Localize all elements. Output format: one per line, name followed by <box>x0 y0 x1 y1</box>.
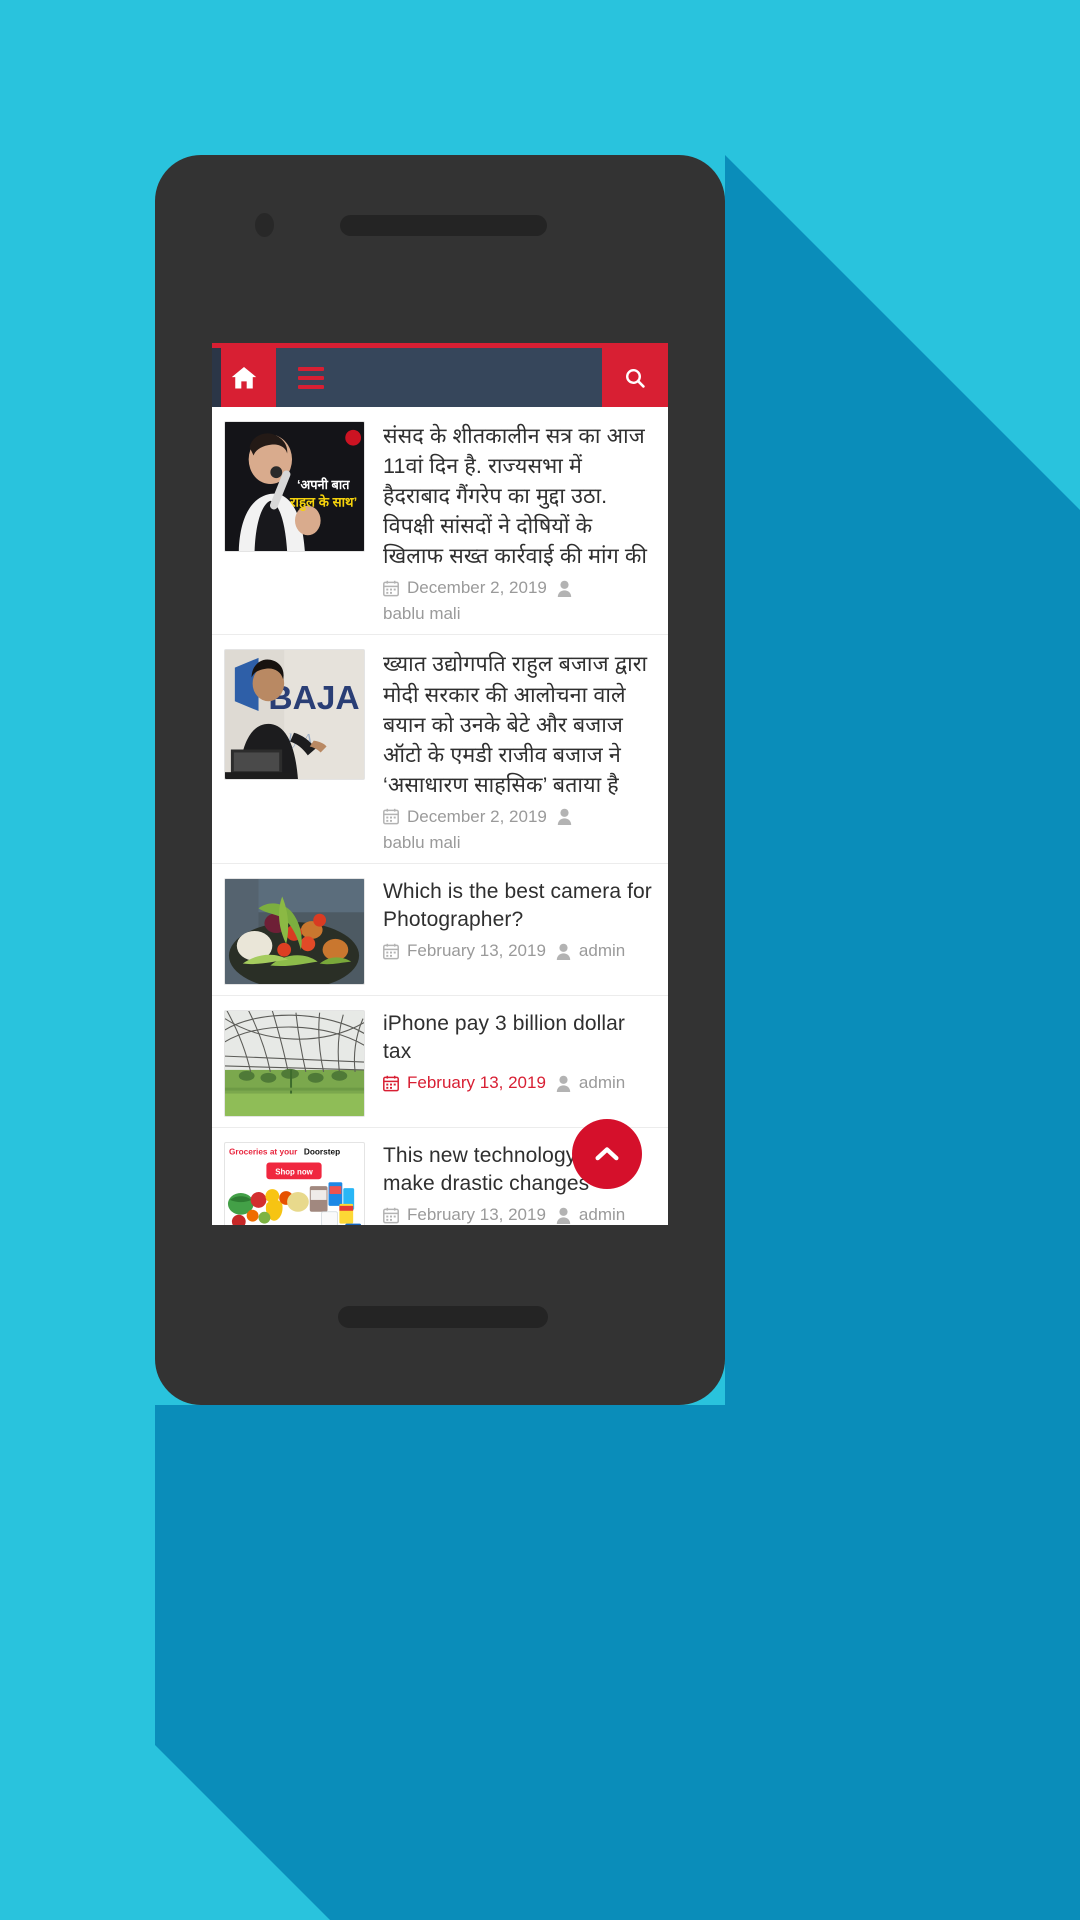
post-list-item[interactable]: ‘अपनी बात राहुल के साथ’ संसद के शीतकालीन… <box>212 407 668 636</box>
phone-screen: ‘अपनी बात राहुल के साथ’ संसद के शीतकालीन… <box>212 343 668 1225</box>
menu-button[interactable] <box>276 348 602 407</box>
post-date-text: February 13, 2019 <box>407 1073 546 1093</box>
home-indicator-bar <box>338 1306 548 1328</box>
calendar-icon <box>383 580 399 597</box>
post-list-item[interactable]: Which is the best camera for Photographe… <box>212 863 668 996</box>
rahul-gandhi-thumbnail[interactable]: ‘अपनी बात राहुल के साथ’ <box>224 421 365 552</box>
greenhouse-thumbnail[interactable] <box>224 1009 365 1117</box>
post-meta: December 2, 2019 bablu mali <box>383 807 652 853</box>
post-body: iPhone pay 3 billion dollar tax February… <box>365 1010 652 1117</box>
post-date: February 13, 2019 <box>383 1073 546 1093</box>
post-author <box>557 580 572 597</box>
svg-text:‘अपनी बात: ‘अपनी बात <box>297 477 350 492</box>
post-date-text: December 2, 2019 <box>407 806 547 826</box>
post-title[interactable]: ख्यात उद्योगपति राहुल बजाज द्वारा मोदी स… <box>383 649 652 799</box>
rajiv-bajaj-thumbnail[interactable]: BAJA ctly A <box>224 649 365 781</box>
post-title[interactable]: Which is the best camera for Photographe… <box>383 878 652 934</box>
post-list-item[interactable]: iPhone pay 3 billion dollar tax February… <box>212 995 668 1128</box>
scroll-to-top-button[interactable] <box>572 1119 642 1189</box>
post-author-name[interactable]: bablu mali <box>383 604 652 624</box>
post-body: Which is the best camera for Photographe… <box>365 878 652 985</box>
phone-device-frame: ‘अपनी बात राहुल के साथ’ संसद के शीतकालीन… <box>155 155 725 1405</box>
post-date: February 13, 2019 <box>383 941 546 961</box>
post-meta: February 13, 2019 admin <box>383 1073 652 1093</box>
user-icon <box>556 943 571 960</box>
front-camera-icon <box>255 213 274 237</box>
post-date-text: February 13, 2019 <box>407 941 546 961</box>
post-body: संसद के शीतकालीन सत्र का आज 11वां दिन है… <box>365 421 652 624</box>
post-date: December 2, 2019 <box>383 578 547 598</box>
user-icon <box>557 809 572 826</box>
user-icon <box>556 1207 571 1224</box>
post-author <box>557 808 572 826</box>
post-date-text: February 13, 2019 <box>407 1205 546 1225</box>
post-author-name: admin <box>578 1205 626 1225</box>
search-icon <box>625 368 645 388</box>
post-title[interactable]: iPhone pay 3 billion dollar tax <box>383 1010 652 1066</box>
home-icon <box>231 366 257 388</box>
hamburger-menu-icon <box>298 362 324 394</box>
svg-text:Doorstep: Doorstep <box>304 1148 340 1157</box>
post-date: December 2, 2019 <box>383 807 547 827</box>
home-button[interactable] <box>212 348 276 407</box>
svg-text:Groceries at your: Groceries at your <box>229 1148 298 1157</box>
post-author[interactable]: admin <box>556 941 625 961</box>
svg-text:Shop now: Shop now <box>275 1167 313 1176</box>
calendar-icon <box>383 1207 399 1224</box>
earpiece-speaker <box>340 215 547 236</box>
site-header <box>212 343 668 407</box>
post-author-name: admin <box>578 1073 626 1093</box>
groceries-ad-thumbnail[interactable]: Groceries at your Doorstep Shop now <box>224 1141 365 1225</box>
post-author[interactable]: admin <box>556 1205 625 1225</box>
user-icon <box>556 1075 571 1092</box>
chevron-up-icon <box>595 1147 619 1161</box>
vegetables-thumbnail[interactable] <box>224 877 365 985</box>
calendar-icon <box>383 1075 399 1092</box>
post-date-text: December 2, 2019 <box>407 578 547 598</box>
user-icon <box>557 580 572 597</box>
svg-text:राहुल के साथ’: राहुल के साथ’ <box>289 494 357 512</box>
post-author-name[interactable]: bablu mali <box>383 833 652 853</box>
calendar-icon <box>383 809 399 825</box>
post-meta: February 13, 2019 admin <box>383 1205 652 1225</box>
post-body: ख्यात उद्योगपति राहुल बजाज द्वारा मोदी स… <box>365 649 652 852</box>
post-list-item[interactable]: BAJA ctly A ख्यात उद्योगपति राहुल बजाज द… <box>212 635 668 864</box>
post-author[interactable]: admin <box>556 1073 625 1093</box>
search-button[interactable] <box>602 348 668 407</box>
post-meta: December 2, 2019 bablu mali <box>383 578 652 624</box>
post-meta: February 13, 2019 admin <box>383 941 652 961</box>
post-date: February 13, 2019 <box>383 1205 546 1225</box>
post-list: ‘अपनी बात राहुल के साथ’ संसद के शीतकालीन… <box>212 407 668 1225</box>
post-author-name: admin <box>578 941 626 961</box>
post-title[interactable]: संसद के शीतकालीन सत्र का आज 11वां दिन है… <box>383 421 652 571</box>
calendar-icon <box>383 943 399 960</box>
